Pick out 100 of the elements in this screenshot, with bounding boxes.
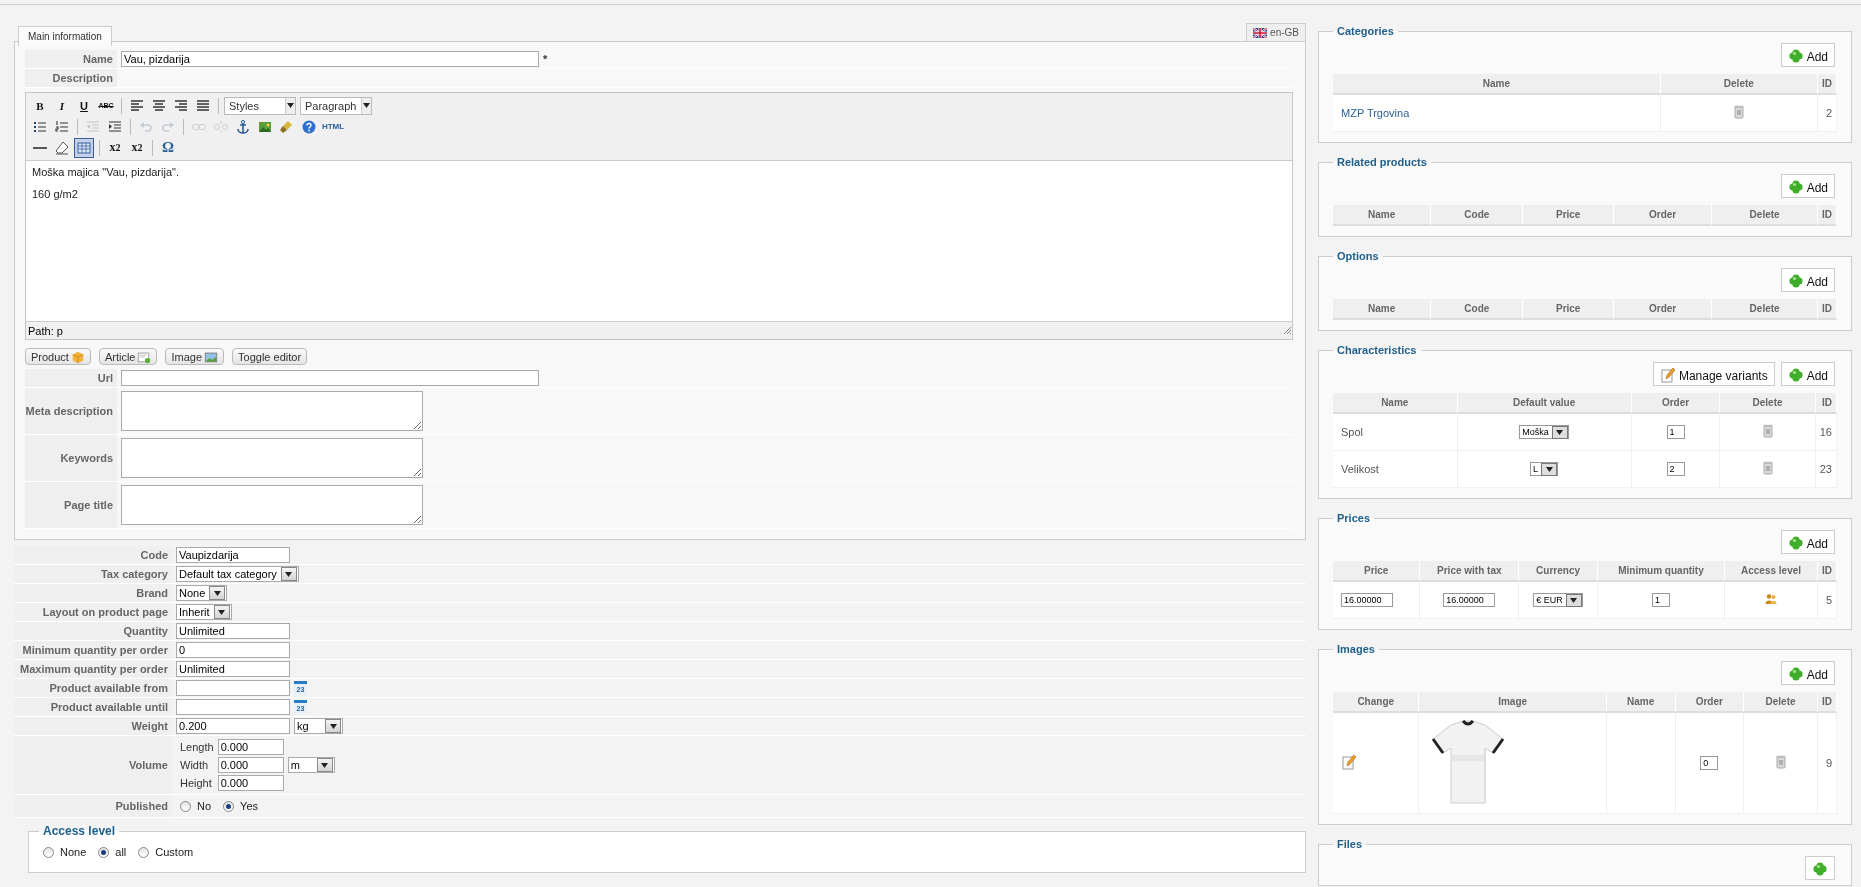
dropdown[interactable]: L bbox=[1530, 462, 1559, 476]
radio-button[interactable] bbox=[98, 846, 110, 858]
text-area[interactable] bbox=[121, 485, 423, 525]
unlink-icon bbox=[213, 118, 229, 135]
editor-content[interactable]: Moška majica "Vau, pizdarija". 160 g/m2 bbox=[26, 161, 1292, 321]
radio-button[interactable] bbox=[180, 800, 191, 812]
italic-button[interactable]: I bbox=[52, 95, 72, 116]
users-icon[interactable] bbox=[1765, 593, 1778, 605]
insert-button[interactable]: Article bbox=[98, 348, 158, 365]
radio-button[interactable] bbox=[223, 800, 235, 812]
column-header: Delete bbox=[1660, 74, 1818, 95]
name-field[interactable]: Vau, pizdarija bbox=[121, 51, 539, 67]
plus-icon bbox=[1787, 535, 1804, 551]
column-header: Delete bbox=[1744, 692, 1818, 713]
text-field[interactable]: Vaupizdarija bbox=[176, 547, 290, 563]
text-field[interactable]: 16.00000 bbox=[1341, 593, 1393, 607]
url-field[interactable] bbox=[121, 370, 539, 386]
section-title: Related products bbox=[1336, 156, 1428, 168]
trash-icon[interactable] bbox=[1733, 105, 1744, 119]
edit-icon bbox=[1341, 754, 1357, 770]
paragraph: Moška majica "Vau, pizdarija". bbox=[32, 166, 180, 178]
dropdown[interactable]: Default tax category bbox=[176, 566, 299, 582]
text-field[interactable]: 2 bbox=[1666, 462, 1685, 476]
outdent-icon bbox=[85, 118, 101, 135]
text-field[interactable]: 1 bbox=[1666, 425, 1685, 439]
trash-icon[interactable] bbox=[1775, 755, 1786, 769]
trash-icon[interactable] bbox=[1762, 461, 1773, 475]
column-header: Delete bbox=[1720, 393, 1816, 414]
section-title: Categories bbox=[1336, 25, 1395, 37]
column-header: Access level bbox=[1725, 561, 1818, 582]
insert-button[interactable]: Image bbox=[165, 348, 225, 365]
text-field[interactable]: 0.000 bbox=[217, 739, 284, 755]
radio-button[interactable] bbox=[43, 846, 54, 858]
dropdown[interactable]: Moška bbox=[1519, 425, 1569, 439]
trash-icon[interactable] bbox=[1762, 424, 1773, 438]
date-field[interactable] bbox=[176, 699, 290, 715]
dropdown[interactable]: None bbox=[176, 585, 228, 601]
caret-icon bbox=[218, 609, 226, 615]
text-field[interactable]: 16.00000 bbox=[1443, 593, 1496, 607]
add-button[interactable]: Add bbox=[1780, 362, 1835, 386]
table-button[interactable] bbox=[74, 137, 94, 158]
dimension-label: Height bbox=[180, 777, 213, 789]
style-dropdown[interactable]: Paragraph bbox=[300, 96, 372, 115]
date-field[interactable] bbox=[176, 680, 290, 696]
column-header: Name bbox=[1333, 393, 1458, 414]
dimension-label: Width bbox=[180, 759, 210, 771]
unit-dropdown[interactable]: kg bbox=[294, 718, 343, 734]
help-icon bbox=[301, 118, 317, 135]
field-label: Tax category bbox=[14, 565, 172, 583]
text-field[interactable]: 0.000 bbox=[217, 757, 284, 773]
section-title: Files bbox=[1336, 839, 1364, 850]
text-field[interactable]: Unlimited bbox=[176, 661, 290, 677]
dropdown[interactable]: € EUR bbox=[1533, 593, 1583, 607]
dropdown[interactable]: Inherit bbox=[176, 604, 232, 620]
text-field[interactable]: 0 bbox=[1700, 756, 1719, 770]
radio-button[interactable] bbox=[138, 846, 150, 858]
text-field[interactable]: 0.200 bbox=[176, 718, 290, 734]
caret-icon bbox=[285, 571, 293, 577]
add-button[interactable]: Add bbox=[1780, 174, 1835, 198]
insert-button[interactable]: Toggle editor bbox=[232, 348, 308, 365]
text-field[interactable]: Unlimited bbox=[176, 623, 290, 639]
bold-button[interactable]: B bbox=[30, 95, 50, 116]
field-label: Brand bbox=[14, 584, 172, 602]
add-button[interactable]: Add bbox=[1780, 530, 1835, 554]
underline-button[interactable]: U bbox=[74, 95, 94, 116]
table-cell: Spol bbox=[1341, 426, 1364, 438]
text-area[interactable] bbox=[121, 391, 423, 431]
field-label: Page title bbox=[25, 482, 117, 528]
unit-dropdown[interactable]: m bbox=[287, 757, 335, 773]
dimension-label: Length bbox=[180, 741, 214, 753]
field-label: Meta description bbox=[25, 388, 117, 434]
table-cell: 2 bbox=[1825, 107, 1832, 119]
radio-label: None bbox=[60, 846, 87, 858]
plus-icon bbox=[1787, 666, 1804, 682]
field-label: Minimum quantity per order bbox=[14, 641, 172, 659]
field-label: Url bbox=[25, 369, 117, 387]
caret-icon bbox=[363, 103, 370, 108]
text-area[interactable] bbox=[121, 438, 423, 478]
field-label: Keywords bbox=[25, 435, 117, 481]
text-field[interactable]: 0 bbox=[176, 642, 290, 658]
caret-icon bbox=[1556, 429, 1564, 435]
add-button[interactable]: Add bbox=[1780, 268, 1835, 292]
language-tab[interactable]: en-GB bbox=[1246, 23, 1306, 41]
style-dropdown[interactable]: Styles bbox=[224, 96, 296, 115]
html-button[interactable]: HTML bbox=[321, 116, 345, 137]
table-cell: 23 bbox=[1819, 463, 1832, 475]
tab[interactable]: Main information bbox=[18, 26, 112, 46]
resize-grip-icon[interactable] bbox=[1283, 326, 1292, 335]
column-header: Delete bbox=[1712, 299, 1818, 320]
manage-button[interactable]: Manage variants bbox=[1652, 362, 1775, 386]
add-button[interactable]: Add bbox=[1780, 43, 1835, 67]
text-field[interactable]: 1 bbox=[1651, 593, 1670, 607]
omega-button[interactable]: Ω bbox=[158, 137, 178, 158]
insert-button[interactable]: Product bbox=[25, 348, 91, 365]
category-link[interactable]: MZP Trgovina bbox=[1341, 107, 1410, 119]
text-field[interactable]: 0.000 bbox=[217, 775, 284, 791]
add-button[interactable]: Add bbox=[1780, 661, 1835, 685]
column-header: ID bbox=[1818, 74, 1837, 95]
field-label: Weight bbox=[14, 717, 172, 735]
add-button[interactable] bbox=[1805, 856, 1835, 880]
